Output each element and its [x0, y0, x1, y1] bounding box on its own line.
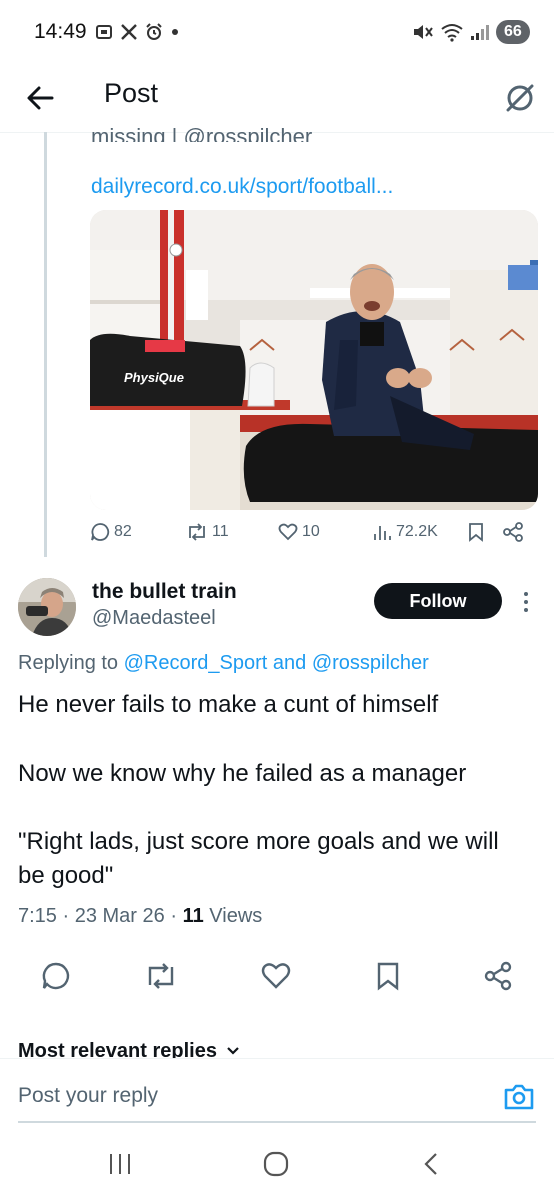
- post-image[interactable]: PhysiQue: [90, 210, 538, 510]
- replies-sort-dropdown[interactable]: Most relevant replies: [18, 1040, 241, 1060]
- repost-action[interactable]: 11: [186, 522, 229, 542]
- like-button[interactable]: [260, 960, 292, 992]
- home-button[interactable]: [262, 1150, 290, 1178]
- post-header: Post: [0, 64, 554, 133]
- heart-icon: [278, 522, 298, 542]
- replying-prefix: Replying to: [18, 652, 119, 674]
- display-name[interactable]: the bullet train: [92, 580, 237, 604]
- views-number: 11: [182, 905, 204, 927]
- post-action-bar: 82 11 10 72.2K: [90, 522, 530, 552]
- grok-button[interactable]: [500, 78, 540, 118]
- views-count: 72.2K: [396, 523, 438, 540]
- page-title: Post: [104, 78, 159, 108]
- comment-icon: [40, 960, 72, 992]
- recent-apps-button[interactable]: [106, 1150, 134, 1178]
- share-icon: [502, 522, 524, 542]
- replies-sort-label: Most relevant replies: [18, 1040, 217, 1060]
- status-time: 14:49: [34, 20, 87, 43]
- bag-brand-text: PhysiQue: [124, 370, 184, 385]
- home-icon: [262, 1150, 290, 1178]
- status-left-icons: [94, 22, 180, 42]
- post-text-line-3: "Right lads, just score more goals and w…: [18, 828, 499, 889]
- status-right-icons: 66: [412, 20, 530, 44]
- follow-button[interactable]: Follow: [374, 583, 502, 619]
- mute-icon: [412, 22, 434, 42]
- x-logo-icon: [120, 23, 138, 41]
- article-link[interactable]: dailyrecord.co.uk/sport/football...: [91, 175, 393, 199]
- more-vertical-icon: [516, 590, 536, 614]
- dressing-room-photo: PhysiQue: [90, 210, 538, 510]
- battery-indicator: 66: [496, 20, 530, 44]
- recent-apps-icon: [106, 1150, 134, 1178]
- comment-icon: [90, 522, 110, 542]
- reply-action[interactable]: 82: [90, 522, 132, 542]
- post-meta: 7:15 · 23 Mar 26 · 11 Views: [18, 905, 263, 927]
- post-date: 23 Mar 26: [74, 905, 165, 927]
- back-button[interactable]: [22, 78, 62, 118]
- heart-icon: [260, 960, 292, 992]
- reply-count: 82: [114, 523, 132, 540]
- repost-button[interactable]: [144, 960, 178, 992]
- post-text-line-2: Now we know why he failed as a manager: [18, 760, 467, 787]
- avatar[interactable]: [18, 578, 76, 636]
- mention-rosspilcher[interactable]: @rosspilcher: [312, 652, 429, 674]
- views-label: Views: [209, 905, 263, 927]
- share-action[interactable]: [502, 522, 524, 542]
- replying-to-line: Replying to @Record_Sport and @rosspilch…: [18, 652, 429, 675]
- repost-count: 11: [212, 523, 229, 540]
- chevron-left-icon: [418, 1150, 446, 1178]
- grok-icon: [500, 78, 540, 118]
- chevron-down-icon: [225, 1040, 241, 1060]
- signal-icon: [470, 23, 490, 41]
- alarm-icon: [144, 22, 164, 42]
- bookmark-action[interactable]: [466, 522, 486, 542]
- share-icon: [482, 960, 514, 992]
- camera-button[interactable]: [502, 1080, 536, 1114]
- more-options-button[interactable]: [516, 590, 536, 614]
- dot-icon: [170, 27, 180, 37]
- views-action[interactable]: 72.2K: [372, 522, 438, 542]
- mention-and: and: [272, 652, 307, 674]
- arrow-left-icon: [22, 78, 62, 118]
- repost-icon: [144, 960, 178, 992]
- reply-input[interactable]: Post your reply: [18, 1084, 158, 1108]
- reply-post-action-bar: [0, 960, 554, 1008]
- post-text-line-1: He never fails to make a cunt of himself: [18, 691, 439, 718]
- screenshot-icon: [94, 22, 114, 42]
- camera-icon: [502, 1080, 536, 1114]
- like-count: 10: [302, 523, 320, 540]
- views-bar-icon: [372, 522, 392, 542]
- bookmark-icon: [466, 522, 486, 542]
- system-nav-bar: [0, 1130, 554, 1200]
- bookmark-icon: [372, 960, 404, 992]
- post-text-cutoff: missing | @rosspilcher: [91, 124, 313, 142]
- post-time: 7:15: [18, 905, 57, 927]
- system-back-button[interactable]: [418, 1150, 446, 1178]
- share-button[interactable]: [482, 960, 514, 992]
- bookmark-button[interactable]: [372, 960, 404, 992]
- status-bar: 14:49 66: [0, 0, 554, 64]
- wifi-icon: [440, 22, 464, 42]
- like-action[interactable]: 10: [278, 522, 320, 542]
- user-handle[interactable]: @Maedasteel: [92, 607, 216, 630]
- thread-line: [44, 132, 47, 557]
- reply-button[interactable]: [40, 960, 72, 992]
- reply-input-underline: [18, 1121, 536, 1123]
- mention-record-sport[interactable]: @Record_Sport: [124, 652, 268, 674]
- repost-icon: [186, 522, 208, 542]
